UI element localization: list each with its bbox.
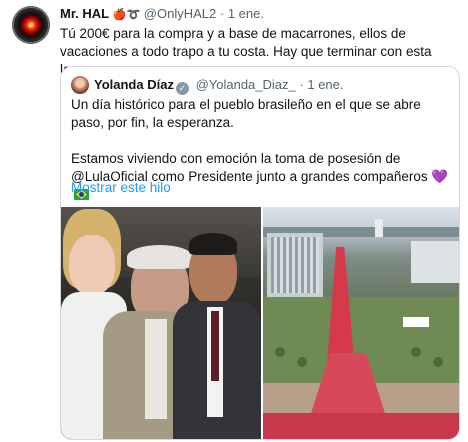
quote-date[interactable]: 1 ene. xyxy=(307,77,343,92)
hal-avatar[interactable] xyxy=(12,6,50,44)
author-handle[interactable]: @OnlyHAL2 xyxy=(144,6,216,21)
author-name[interactable]: Mr. HAL xyxy=(60,6,109,21)
tweet[interactable]: Mr. HAL 🍎➰ @OnlyHAL2 · 1 ene. Tú 200€ pa… xyxy=(0,0,468,442)
tweet-header: Mr. HAL 🍎➰ @OnlyHAL2 · 1 ene. xyxy=(60,6,264,23)
quote-author-handle[interactable]: @Yolanda_Diaz_ xyxy=(196,77,296,92)
show-thread-link[interactable]: Mostrar este hilo xyxy=(71,179,171,197)
quote-paragraph-1: Un día histórico para el pueblo brasileñ… xyxy=(71,97,421,130)
author-emoji-icons: 🍎➰ xyxy=(112,9,141,21)
quote-author-avatar[interactable] xyxy=(71,76,89,94)
tweet-date[interactable]: 1 ene. xyxy=(228,6,264,21)
quote-author-name[interactable]: Yolanda Díaz xyxy=(94,77,174,92)
quote-media[interactable] xyxy=(61,207,459,439)
header-separator: · xyxy=(219,6,225,21)
crowd-photo[interactable] xyxy=(263,207,459,439)
quote-header: Yolanda Díaz ✓ @Yolanda_Diaz_ · 1 ene. xyxy=(94,77,344,95)
purple-heart-icon: 💜 xyxy=(431,169,449,184)
group-photo[interactable] xyxy=(61,207,261,439)
verified-badge-icon: ✓ xyxy=(175,82,189,95)
quote-header-separator: · xyxy=(299,77,304,92)
quoted-tweet[interactable]: Yolanda Díaz ✓ @Yolanda_Diaz_ · 1 ene. Un… xyxy=(60,66,460,440)
